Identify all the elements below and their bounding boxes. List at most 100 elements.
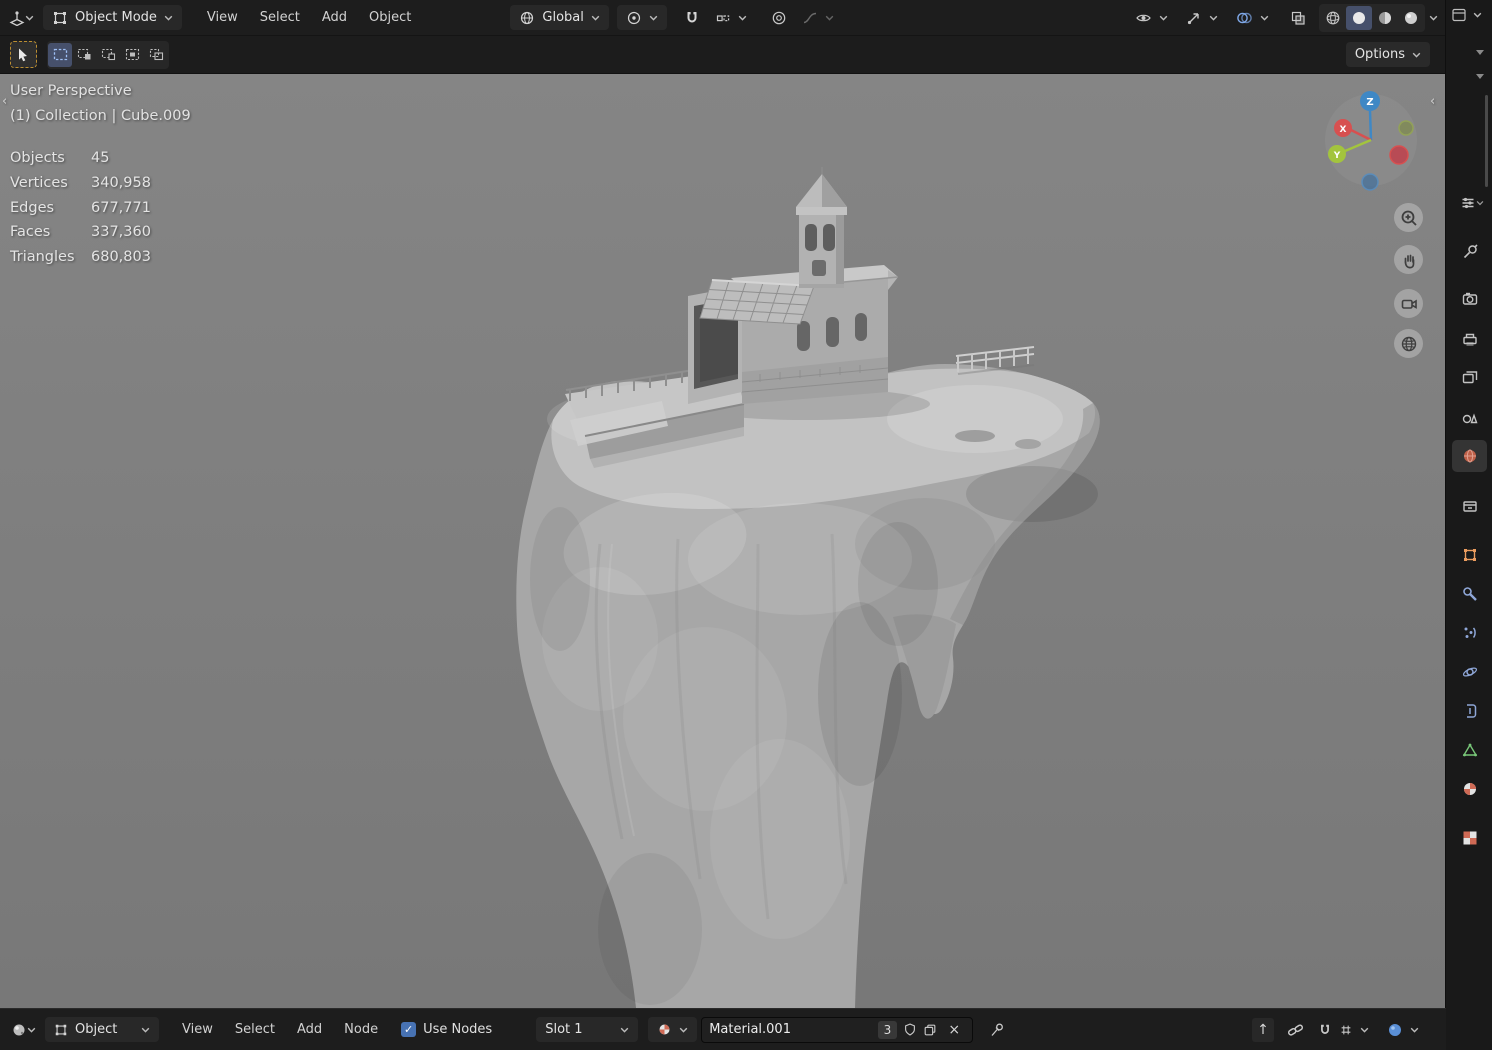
- orientation-dropdown[interactable]: Global: [510, 5, 609, 30]
- use-nodes-toggle[interactable]: ✓ Use Nodes: [401, 1022, 492, 1037]
- go-up-button[interactable]: ↑: [1252, 1017, 1274, 1042]
- shading-wireframe-button[interactable]: [1320, 6, 1346, 30]
- gizmo-axis-neg-x[interactable]: [1389, 145, 1409, 165]
- shading-rendered-button[interactable]: [1398, 6, 1424, 30]
- tab-world[interactable]: [1452, 440, 1487, 472]
- tab-constraints[interactable]: [1452, 695, 1487, 727]
- pan-button[interactable]: [1394, 245, 1423, 274]
- tab-object-data[interactable]: [1452, 734, 1487, 766]
- tab-particles[interactable]: [1452, 617, 1487, 649]
- slot-dropdown[interactable]: Slot 1: [536, 1017, 639, 1042]
- snap-target-dropdown[interactable]: [706, 5, 756, 30]
- viewport-3d[interactable]: User Perspective (1) Collection | Cube.0…: [0, 74, 1446, 1008]
- menu-select[interactable]: Select: [224, 1017, 286, 1043]
- stat-label: Edges: [10, 199, 55, 216]
- region-collapse-right[interactable]: ‹: [1430, 94, 1435, 109]
- menu-add[interactable]: Add: [286, 1017, 333, 1043]
- hand-icon: [1404, 254, 1414, 268]
- chevron-down-icon[interactable]: [1473, 7, 1482, 23]
- grid-sphere-icon: [1401, 336, 1416, 351]
- slot-label: Slot 1: [545, 1022, 583, 1037]
- region-menu-arrow[interactable]: [1476, 50, 1484, 55]
- region-menu-arrow[interactable]: [1476, 74, 1484, 79]
- menu-select[interactable]: Select: [249, 5, 311, 31]
- camera-icon: [1401, 299, 1417, 309]
- shading-material-button[interactable]: [1372, 6, 1398, 30]
- fake-user-shield-icon[interactable]: [903, 1022, 917, 1037]
- tab-physics[interactable]: [1452, 656, 1487, 688]
- zoom-button[interactable]: [1394, 203, 1423, 232]
- snap-grid-icon: [1341, 1025, 1351, 1034]
- select-mode-new-button[interactable]: [48, 42, 72, 67]
- shading-solid-button[interactable]: [1346, 5, 1372, 30]
- duplicate-icon[interactable]: [923, 1023, 937, 1037]
- select-mode-intersect-button[interactable]: [144, 43, 168, 67]
- region-collapse-left[interactable]: ‹: [2, 94, 7, 109]
- stat-value: 337,360: [91, 224, 151, 241]
- select-mode-group: [47, 40, 169, 69]
- show-gizmo-dropdown[interactable]: [1177, 5, 1227, 30]
- editor-window-icon[interactable]: [1451, 7, 1467, 23]
- tab-texture[interactable]: [1452, 822, 1487, 854]
- material-preview-sphere-icon: [1379, 11, 1391, 24]
- options-dropdown[interactable]: Options: [1345, 42, 1430, 67]
- tab-collection[interactable]: [1452, 490, 1487, 522]
- gizmo-axis-neg-y[interactable]: [1398, 120, 1414, 136]
- tweak-cursor-icon: [19, 48, 27, 61]
- collection-box-icon: [1462, 501, 1477, 512]
- material-name-field[interactable]: Material.001 3 ×: [701, 1016, 974, 1043]
- show-overlays-dropdown[interactable]: [1227, 5, 1278, 30]
- shading-dropdown-chevron-icon[interactable]: [1429, 15, 1438, 21]
- tab-output[interactable]: [1452, 324, 1487, 356]
- pivot-point-icon: [627, 11, 640, 24]
- xray-toggle-button[interactable]: [1284, 5, 1311, 30]
- menu-node[interactable]: Node: [333, 1017, 389, 1043]
- chevron-down-icon: [27, 1027, 36, 1033]
- shader-type-dropdown[interactable]: Object: [45, 1017, 159, 1042]
- tab-modifiers[interactable]: [1452, 578, 1487, 610]
- material-sphere-icon: [1463, 783, 1476, 795]
- shader-editor-type-button[interactable]: [10, 1017, 37, 1042]
- tab-material[interactable]: [1452, 773, 1487, 805]
- tab-tool[interactable]: [1452, 236, 1487, 268]
- tab-object[interactable]: [1452, 539, 1487, 571]
- navigation-gizmo[interactable]: Z X Y: [1322, 86, 1422, 196]
- active-tool-tweak-button[interactable]: [10, 41, 37, 68]
- gizmo-arrow-icon: [1187, 12, 1199, 24]
- gizmo-axis-neg-z[interactable]: [1361, 173, 1379, 191]
- menu-view[interactable]: View: [196, 5, 249, 31]
- select-mode-invert-button[interactable]: [120, 43, 144, 67]
- preview-shading-dropdown[interactable]: [1378, 1017, 1428, 1042]
- users-count-badge[interactable]: 3: [877, 1020, 898, 1039]
- camera-view-button[interactable]: [1394, 289, 1423, 318]
- proportional-edit-button[interactable]: [766, 5, 793, 30]
- browse-material-dropdown[interactable]: [648, 1017, 698, 1042]
- object-visibility-dropdown[interactable]: [1126, 5, 1177, 30]
- magnet-icon: [687, 11, 697, 22]
- tab-view-layer[interactable]: [1452, 362, 1487, 394]
- unlink-button[interactable]: ×: [943, 1018, 965, 1042]
- properties-editor-type-button[interactable]: [1452, 187, 1492, 219]
- snap-toggle-button[interactable]: [679, 5, 706, 30]
- select-mode-subtract-button[interactable]: [96, 43, 120, 67]
- rendered-sphere-icon: [1405, 11, 1417, 24]
- falloff-dropdown[interactable]: [793, 5, 843, 30]
- perspective-toggle-button[interactable]: [1394, 329, 1423, 358]
- shader-editor-icon: [13, 1024, 25, 1035]
- node-snapping-dropdown[interactable]: [1309, 1017, 1378, 1042]
- tab-render[interactable]: [1452, 283, 1487, 315]
- scrollbar[interactable]: [1485, 95, 1488, 187]
- use-nodes-checkbox[interactable]: ✓: [401, 1022, 417, 1037]
- mode-dropdown[interactable]: Object Mode: [43, 5, 182, 30]
- pivot-dropdown[interactable]: [616, 5, 667, 30]
- chevron-down-icon: [738, 15, 747, 21]
- menu-add[interactable]: Add: [311, 5, 358, 31]
- link-button[interactable]: [1282, 1017, 1309, 1042]
- menu-view[interactable]: View: [171, 1017, 224, 1043]
- menu-object[interactable]: Object: [358, 5, 422, 31]
- tab-scene[interactable]: [1452, 401, 1487, 433]
- pin-button[interactable]: [983, 1017, 1010, 1042]
- select-mode-extend-button[interactable]: [72, 43, 96, 67]
- world-globe-icon: [1463, 449, 1476, 463]
- editor-type-button[interactable]: [8, 5, 35, 30]
